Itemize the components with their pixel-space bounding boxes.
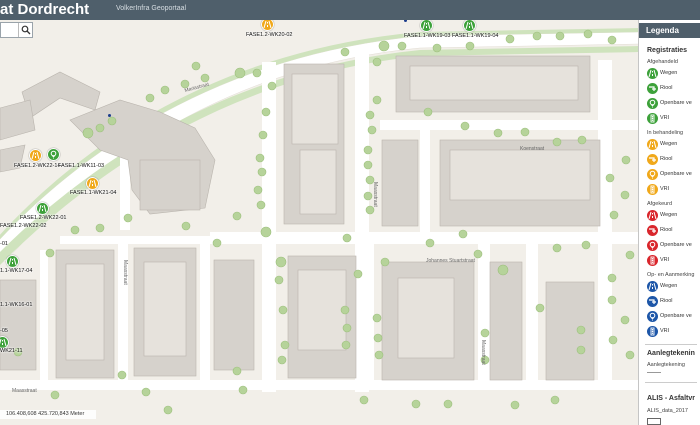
- app-header: at Dordrecht VolkerInfra Geoportaal: [0, 0, 700, 20]
- search-box: [0, 22, 33, 38]
- legend-divider: [645, 382, 697, 383]
- legend-item-label: Riool: [660, 227, 673, 233]
- legend-item-label: Wegen: [660, 141, 678, 147]
- legend-item-label: Riool: [660, 156, 673, 162]
- marker-fase1-2-wk22-14[interactable]: [29, 149, 42, 162]
- traffic-light-icon: [647, 184, 658, 195]
- legend-item-label: VRI: [660, 186, 670, 192]
- street-label-maasstraat-2: Maasstraat: [372, 182, 378, 207]
- search-button[interactable]: [18, 23, 32, 37]
- road-icon: [422, 21, 431, 30]
- lightbulb-icon: [647, 311, 658, 322]
- marker-1-1-wk17-04[interactable]: [6, 255, 19, 268]
- legend-alis-heading[interactable]: ALIS - Asfaltvr: [647, 395, 695, 402]
- marker-label-fase1-1-wk21-04: FASE1.1-WK21-04: [70, 190, 117, 196]
- app-title: at Dordrecht: [0, 1, 90, 18]
- legend-item-label: Riool: [660, 85, 673, 91]
- traffic-light-icon: [647, 326, 658, 337]
- legend-item-label: Openbare ve: [660, 100, 692, 106]
- legend-aanlegtekening-heading[interactable]: Aanlegtekenin: [647, 350, 695, 357]
- sewer-icon: [647, 154, 658, 165]
- legend-group-op-en-aanmerking: Op- en Aanmerking: [647, 272, 695, 278]
- legend-item-label: Riool: [660, 298, 673, 304]
- lightbulb-icon: [647, 240, 658, 251]
- legend-panel: Legenda Registraties Afgehandeld Wegen R…: [638, 20, 700, 425]
- search-input[interactable]: [1, 23, 17, 37]
- legend-item-label: VRI: [660, 328, 670, 334]
- road-icon: [647, 68, 658, 79]
- legend-aanlegtekening-item: Aanlegtekening: [647, 362, 685, 368]
- road-icon: [263, 20, 272, 29]
- street-label-maasstraat-4: Maasstraat: [480, 340, 486, 365]
- marker-label-05: -05: [0, 328, 8, 334]
- legend-group-afgekeurd: Afgekeurd: [647, 201, 673, 207]
- app-subtitle: VolkerInfra Geoportaal: [116, 5, 187, 12]
- coordinate-readout: 106.408,608 425.720,843 Meter: [0, 410, 96, 419]
- road-icon: [465, 21, 474, 30]
- legend-item-label: Wegen: [660, 70, 678, 76]
- marker-label-fase1-1-wk19-04: FASE1.1-WK19-04: [452, 33, 499, 39]
- legend-item-label: Openbare ve: [660, 313, 692, 319]
- road-icon: [88, 179, 97, 188]
- legend-divider: [645, 344, 697, 345]
- marker-label-fase1-2-wk22-14: FASE1.2-WK22-14: [14, 163, 61, 169]
- line-swatch: [647, 372, 661, 373]
- street-label-johannes-stuartstraat: Johannes Stuartstraat: [426, 258, 476, 264]
- marker-label-wk21-11: WK21-11: [0, 348, 23, 354]
- street-label-maasstraat-1: Maasstraat: [12, 388, 37, 394]
- lightbulb-icon: [647, 98, 658, 109]
- legend-item-label: Openbare ve: [660, 242, 692, 248]
- legend-alis-item: ALIS_data_2017: [647, 408, 688, 414]
- sewer-icon: [647, 225, 658, 236]
- legend-item-label: VRI: [660, 257, 670, 263]
- road-icon: [647, 210, 658, 221]
- marker-label-1-1-wk16-01: 1.1-WK16-01: [0, 302, 33, 308]
- legend-item-label: Wegen: [660, 212, 678, 218]
- legend-group-in-behandeling: In behandeling: [647, 130, 684, 136]
- marker-fase1-1-wk11-03[interactable]: [47, 148, 60, 161]
- legend-item-label: VRI: [660, 115, 670, 121]
- marker-label-01: -01: [0, 241, 8, 247]
- marker-label-fase1-2-wk20-02: FASE1.2-WK20-02: [246, 32, 293, 38]
- road-icon: [38, 204, 47, 213]
- marker-label-fase1-1-wk19-03: FASE1.1-WK19-03: [404, 33, 451, 39]
- legend-group-afgehandeld: Afgehandeld: [647, 59, 678, 65]
- street-label-maasstraat-3: Maasstraat: [122, 260, 128, 285]
- fill-swatch: [647, 418, 661, 425]
- road-icon: [0, 338, 7, 347]
- marker-fase1-1-wk21-04[interactable]: [86, 177, 99, 190]
- search-icon: [21, 25, 31, 35]
- map-canvas: Mariastraat Johannes Stuartstraat Maasst…: [0, 20, 638, 425]
- map-view[interactable]: Mariastraat Johannes Stuartstraat Maasst…: [0, 20, 638, 425]
- road-icon: [31, 151, 40, 160]
- lightbulb-icon: [50, 150, 57, 159]
- sewer-icon: [647, 83, 658, 94]
- marker-label-fase1-2-wk22-01: FASE1.2-WK22-01: [20, 215, 67, 221]
- legend-title[interactable]: Legenda: [639, 23, 700, 38]
- marker-label-1-1-wk17-04: 1.1-WK17-04: [0, 268, 33, 274]
- marker-fase1-2-wk22-01[interactable]: [36, 202, 49, 215]
- road-icon: [647, 139, 658, 150]
- legend-registraties-heading[interactable]: Registraties: [647, 47, 687, 54]
- traffic-light-icon: [647, 255, 658, 266]
- legend-item-label: Wegen: [660, 283, 678, 289]
- app-window: Mariastraat Johannes Stuartstraat Maasst…: [0, 0, 700, 425]
- location-dot[interactable]: [108, 114, 111, 117]
- sewer-icon: [647, 296, 658, 307]
- lightbulb-icon: [647, 169, 658, 180]
- marker-label-fase1-2-wk22-02: FASE1.2-WK22-02: [0, 223, 47, 229]
- road-icon: [8, 257, 17, 266]
- road-icon: [647, 281, 658, 292]
- street-label-koenstraat: Koenstraat: [520, 146, 545, 152]
- marker-label-fase1-1-wk11-03: FASE1.1-WK11-03: [58, 163, 105, 169]
- legend-item-label: Openbare ve: [660, 171, 692, 177]
- traffic-light-icon: [647, 113, 658, 124]
